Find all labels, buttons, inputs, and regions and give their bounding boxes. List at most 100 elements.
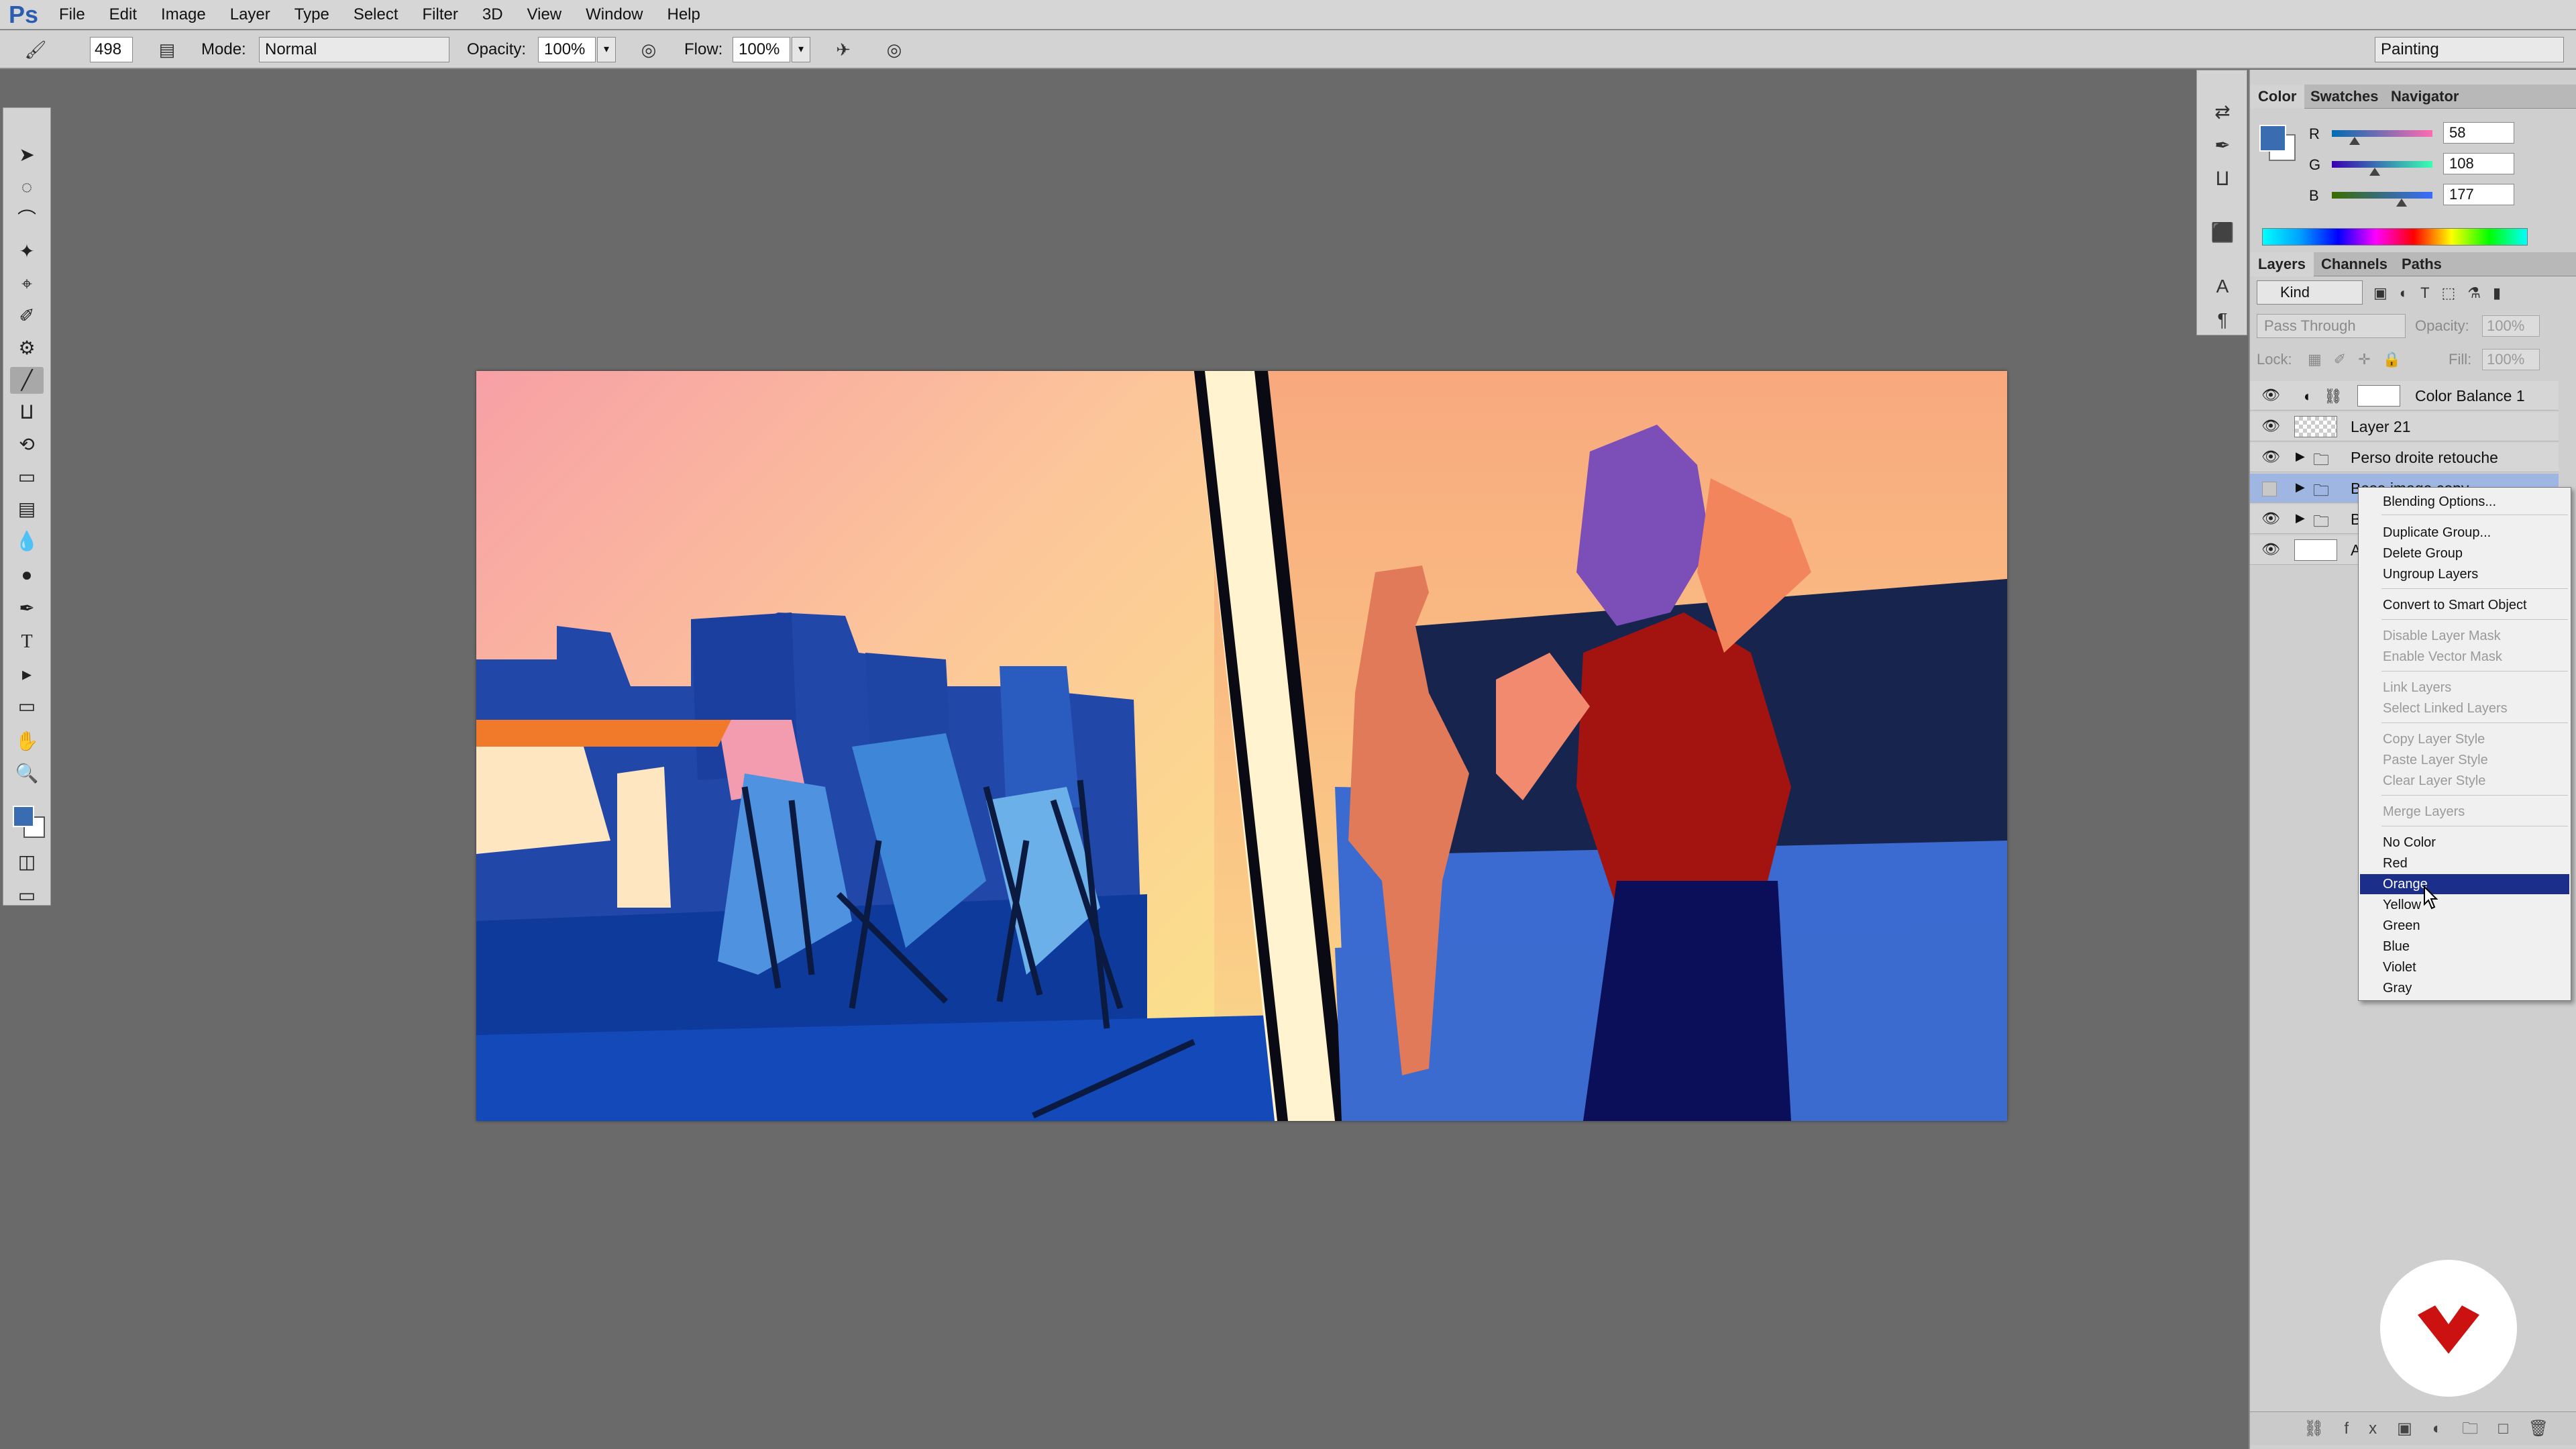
history-panel-icon[interactable]: ⇄	[2209, 99, 2236, 125]
mode-select[interactable]: Normal	[259, 37, 449, 62]
layers-footer-icons[interactable]: ⛓fx▣◐🗀□🗑	[2250, 1411, 2576, 1445]
b-value-field[interactable]: 177	[2443, 184, 2514, 205]
pressure-opacity-icon[interactable]: ◎	[637, 38, 660, 61]
ctx-color-gray[interactable]: Gray	[2360, 978, 2569, 998]
slider-thumb[interactable]	[2349, 137, 2361, 145]
hand-tool-icon[interactable]: ✋	[10, 728, 44, 755]
3d-panel-icon[interactable]: ⬛	[2209, 219, 2236, 246]
menu-help[interactable]: Help	[655, 0, 712, 30]
flow-dropdown-icon[interactable]: ▾	[792, 37, 810, 62]
b-slider[interactable]	[2332, 192, 2432, 207]
layer-filter-icons[interactable]: ▣◐T⬚⚗▮	[2373, 283, 2568, 303]
screen-mode-icon[interactable]: ▭	[10, 882, 44, 909]
g-slider[interactable]	[2332, 161, 2432, 176]
menu-view[interactable]: View	[515, 0, 574, 30]
ctx-color-yellow[interactable]: Yellow	[2360, 895, 2569, 915]
tab-layers[interactable]: Layers	[2250, 252, 2314, 276]
dodge-tool-icon[interactable]: ●	[10, 561, 44, 588]
layer-filter-select[interactable]: Kind	[2257, 280, 2363, 305]
gradient-tool-icon[interactable]: ▤	[10, 496, 44, 523]
eraser-tool-icon[interactable]: ▭	[10, 464, 44, 490]
document-canvas[interactable]	[476, 371, 2007, 1121]
layer-row[interactable]: 👁 ▶ 🗀 Perso droite retouche	[2250, 443, 2559, 472]
tab-swatches[interactable]: Swatches	[2302, 85, 2387, 109]
quick-select-tool-icon[interactable]: ✦	[10, 238, 44, 265]
layer-row[interactable]: 👁 Layer 21	[2250, 412, 2559, 441]
workspace-select[interactable]: Painting	[2375, 37, 2564, 62]
fill-field[interactable]: 100%	[2482, 349, 2540, 370]
ctx-color-blue[interactable]: Blue	[2360, 936, 2569, 957]
ctx-color-orange[interactable]: Orange	[2360, 874, 2569, 894]
menu-image[interactable]: Image	[149, 0, 218, 30]
menu-select[interactable]: Select	[341, 0, 411, 30]
expand-arrow-icon[interactable]: ▶	[2296, 480, 2305, 494]
flow-field[interactable]: 100%	[733, 37, 790, 62]
type-tool-icon[interactable]: T	[10, 629, 44, 655]
stamp-tool-icon[interactable]: ⨿	[10, 399, 44, 426]
blur-tool-icon[interactable]: 💧	[10, 528, 44, 555]
ctx-color-violet[interactable]: Violet	[2360, 957, 2569, 977]
move-tool-icon[interactable]: ➤	[10, 142, 44, 168]
brush-size-field[interactable]: 498	[90, 37, 133, 62]
lock-icons[interactable]: ▦✐✛🔒	[2308, 347, 2413, 372]
clone-source-icon[interactable]: ⨿	[2209, 166, 2236, 193]
airbrush-icon[interactable]: ✈	[832, 38, 855, 61]
foreground-color-swatch[interactable]	[13, 806, 34, 827]
color-foreground-swatch[interactable]	[2259, 125, 2286, 152]
brush-panel-toggle-icon[interactable]: ▤	[156, 38, 178, 61]
visibility-off-box[interactable]	[2262, 482, 2277, 496]
brush-tool-icon[interactable]: ╱	[10, 367, 44, 394]
menu-window[interactable]: Window	[574, 0, 655, 30]
visibility-eye-icon[interactable]: 👁	[2261, 417, 2281, 435]
ctx-convert-smart-object[interactable]: Convert to Smart Object	[2360, 595, 2569, 615]
path-select-tool-icon[interactable]: ▸	[10, 661, 44, 688]
zoom-tool-icon[interactable]: 🔍	[10, 760, 44, 787]
tab-paths[interactable]: Paths	[2394, 252, 2450, 276]
expand-arrow-icon[interactable]: ▶	[2296, 511, 2305, 525]
layer-opacity-field[interactable]: 100%	[2482, 315, 2540, 337]
tab-navigator[interactable]: Navigator	[2383, 85, 2467, 109]
menu-3d[interactable]: 3D	[470, 0, 515, 30]
slider-thumb[interactable]	[2396, 199, 2408, 207]
ctx-delete-group[interactable]: Delete Group	[2360, 543, 2569, 564]
paragraph-panel-icon[interactable]: ¶	[2209, 307, 2236, 333]
ctx-blending-options[interactable]: Blending Options...	[2360, 492, 2569, 512]
menu-type[interactable]: Type	[282, 0, 341, 30]
opacity-dropdown-icon[interactable]: ▾	[597, 37, 616, 62]
visibility-eye-icon[interactable]: 👁	[2261, 448, 2281, 466]
crop-tool-icon[interactable]: ⌖	[10, 270, 44, 297]
healing-brush-tool-icon[interactable]: ⚙	[10, 335, 44, 362]
character-panel-icon[interactable]: A	[2209, 273, 2236, 300]
ctx-color-no-color[interactable]: No Color	[2360, 833, 2569, 853]
ctx-ungroup-layers[interactable]: Ungroup Layers	[2360, 564, 2569, 584]
blend-mode-select[interactable]: Pass Through	[2257, 314, 2406, 338]
quick-mask-icon[interactable]: ◫	[10, 849, 44, 875]
eyedropper-tool-icon[interactable]: ✐	[10, 303, 44, 329]
visibility-eye-icon[interactable]: 👁	[2261, 386, 2281, 404]
expand-arrow-icon[interactable]: ▶	[2296, 449, 2305, 464]
slider-thumb[interactable]	[2369, 168, 2380, 176]
visibility-eye-icon[interactable]: 👁	[2261, 541, 2281, 558]
brush-preset-icon[interactable]: 🖌	[24, 38, 47, 61]
menu-filter[interactable]: Filter	[411, 0, 470, 30]
r-slider[interactable]	[2332, 130, 2432, 145]
visibility-eye-icon[interactable]: 👁	[2261, 510, 2281, 527]
lasso-tool-icon[interactable]: ⌒	[10, 206, 44, 233]
tab-channels[interactable]: Channels	[2313, 252, 2396, 276]
r-value-field[interactable]: 58	[2443, 122, 2514, 144]
ctx-color-green[interactable]: Green	[2360, 916, 2569, 936]
brush-presets-icon[interactable]: ✒	[2209, 132, 2236, 159]
menu-file[interactable]: File	[47, 0, 97, 30]
opacity-field[interactable]: 100%	[538, 37, 596, 62]
menu-edit[interactable]: Edit	[97, 0, 149, 30]
menu-layer[interactable]: Layer	[218, 0, 282, 30]
ctx-color-red[interactable]: Red	[2360, 853, 2569, 873]
tab-color[interactable]: Color	[2250, 85, 2305, 109]
shape-tool-icon[interactable]: ▭	[10, 693, 44, 720]
pressure-size-icon[interactable]: ◎	[883, 38, 906, 61]
marquee-tool-icon[interactable]: ◌	[10, 174, 44, 201]
color-spectrum-bar[interactable]	[2262, 228, 2528, 246]
ctx-duplicate-group[interactable]: Duplicate Group...	[2360, 523, 2569, 543]
layer-row[interactable]: 👁 ◐ ⛓ Color Balance 1	[2250, 381, 2559, 411]
g-value-field[interactable]: 108	[2443, 153, 2514, 174]
